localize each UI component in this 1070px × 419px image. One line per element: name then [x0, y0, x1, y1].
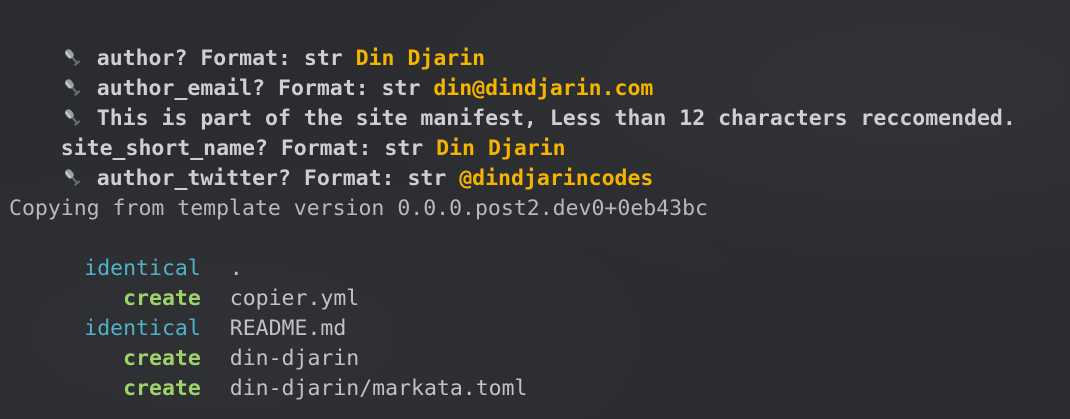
terminal-window[interactable]: author? Format: str Din Djarin author_em…: [0, 0, 1070, 419]
action-path: README.md: [229, 316, 347, 341]
microphone-icon: [61, 106, 83, 128]
microphone-icon: [61, 46, 83, 68]
action-status: identical: [84, 256, 201, 281]
copy-header: Copying from template version 0.0.0.post…: [9, 196, 708, 221]
action-status: create: [123, 286, 201, 311]
question-answer: Din Djarin: [436, 136, 566, 161]
action-status: identical: [84, 316, 201, 341]
microphone-icon: [61, 166, 83, 188]
question-answer: @dindjarincodes: [459, 166, 654, 191]
action-status: create: [123, 346, 201, 371]
action-row: identical.: [9, 224, 1070, 281]
question-prompt: author_twitter? Format: str: [96, 166, 460, 191]
action-path: copier.yml: [229, 286, 360, 311]
question-answer: din@dindjarin.com: [433, 76, 654, 101]
action-path: din-djarin/markata.toml: [229, 376, 528, 401]
question-line-author: author? Format: str Din Djarin: [9, 14, 1070, 71]
question-prompt: author? Format: str: [96, 46, 356, 71]
action-status: create: [123, 376, 201, 401]
question-help-text: This is part of the site manifest, Less …: [96, 106, 1016, 131]
microphone-icon: [61, 76, 83, 98]
question-answer: Din Djarin: [355, 46, 486, 71]
question-prompt: author_email? Format: str: [96, 76, 434, 101]
question-prompt: site_short_name? Format: str: [60, 136, 437, 161]
action-path: din-djarin: [229, 346, 360, 371]
action-path: .: [229, 256, 243, 281]
